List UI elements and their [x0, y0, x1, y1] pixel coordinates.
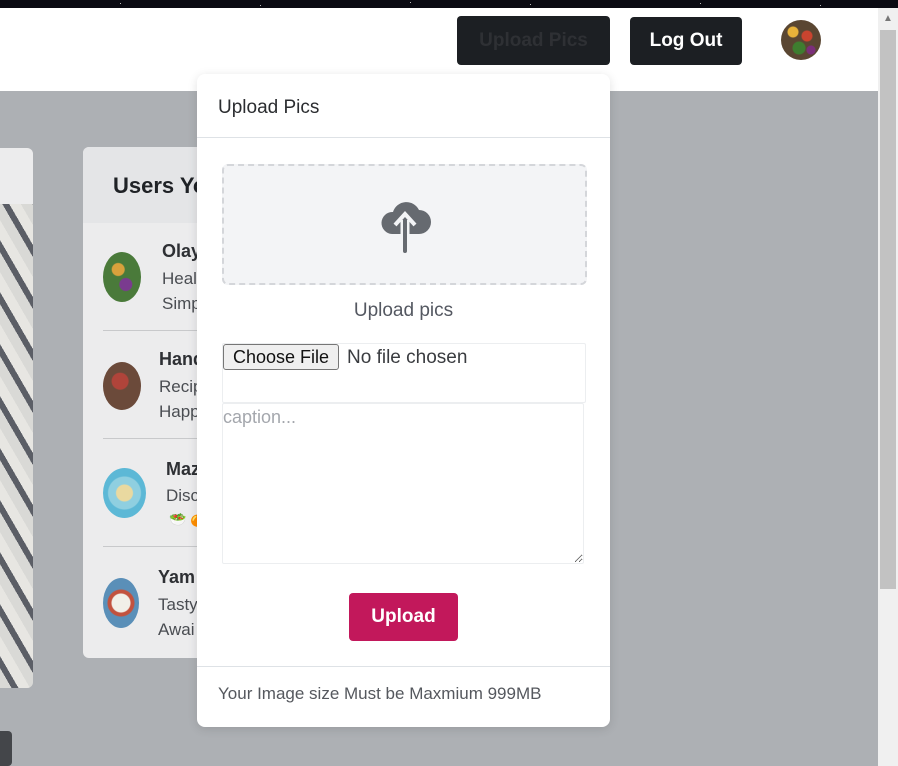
user-name[interactable]: Maz [166, 459, 200, 480]
post-image [0, 204, 33, 688]
user-bio: Awai [158, 620, 195, 639]
scrollbar-thumb[interactable] [880, 30, 896, 589]
caption-textarea[interactable] [222, 403, 584, 564]
chat-toggle-button[interactable] [0, 731, 12, 766]
modal-title: Upload Pics [218, 97, 320, 118]
user-bio: Recip [159, 377, 203, 396]
scroll-up-arrow-icon[interactable]: ▲ [878, 8, 898, 28]
profile-avatar[interactable] [781, 20, 821, 60]
top-image-strip [0, 0, 898, 8]
user-avatar [103, 578, 139, 628]
user-avatar [103, 252, 141, 302]
user-avatar [103, 468, 146, 518]
file-input-wrapper[interactable]: Choose File No file chosen [222, 343, 586, 403]
file-status-text: No file chosen [347, 347, 468, 368]
divider [197, 666, 610, 667]
upload-submit-button[interactable]: Upload [349, 593, 458, 641]
users-card-title: Users Yo [113, 173, 207, 198]
upload-pics-nav-button[interactable]: Upload Pics [457, 16, 610, 65]
user-bio: Simp [162, 294, 201, 313]
user-name[interactable]: Olay [162, 241, 201, 262]
upload-modal: Upload Pics Upload pics Choose File No f… [197, 74, 610, 727]
post-card [0, 148, 33, 688]
user-name[interactable]: Yam [158, 567, 195, 588]
size-limit-note: Your Image size Must be Maxmium 999MB [218, 684, 542, 703]
post-card-header [0, 148, 33, 204]
user-bio: Happ [159, 402, 200, 421]
logout-button[interactable]: Log Out [630, 17, 742, 65]
user-avatar [103, 362, 141, 410]
user-bio: Heal [162, 269, 197, 288]
divider [197, 137, 610, 138]
dropzone-label: Upload pics [353, 300, 454, 321]
image-dropzone[interactable] [222, 164, 587, 285]
user-bio: Tasty [158, 595, 198, 614]
cloud-upload-icon [381, 202, 431, 253]
choose-file-button[interactable]: Choose File [223, 344, 340, 370]
